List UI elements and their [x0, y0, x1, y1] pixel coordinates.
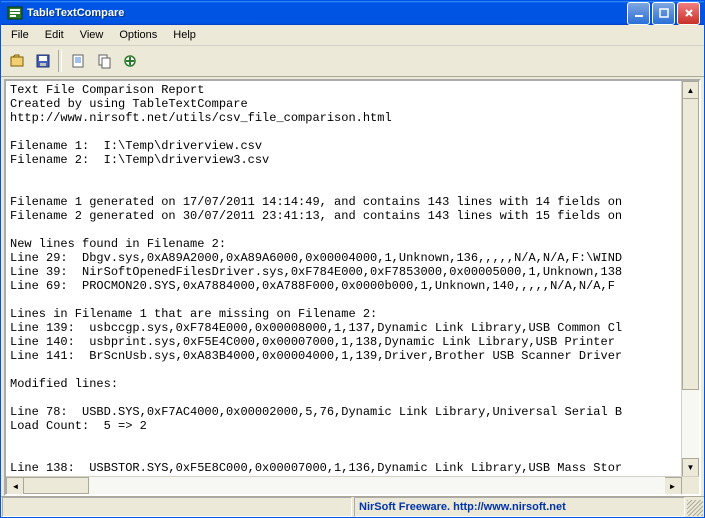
content-area: Text File Comparison Report Created by u… [4, 79, 701, 496]
toolbar-separator [58, 50, 62, 72]
line: Line 139: usbccgp.sys,0xF784E000,0x00008… [10, 321, 622, 335]
close-button[interactable] [677, 2, 700, 25]
settings-button[interactable] [117, 49, 142, 73]
scroll-thumb[interactable] [682, 98, 699, 390]
save-button[interactable] [30, 49, 55, 73]
app-icon [7, 5, 23, 21]
minimize-button[interactable] [627, 2, 650, 25]
menu-file[interactable]: File [3, 27, 37, 43]
menu-help[interactable]: Help [165, 27, 204, 43]
window-title: TableTextCompare [27, 7, 627, 19]
line: Filename 1 generated on 17/07/2011 14:14… [10, 195, 622, 209]
app-window: TableTextCompare File Edit View Options … [0, 0, 705, 518]
line: Created by using TableTextCompare [10, 97, 248, 111]
menu-edit[interactable]: Edit [37, 27, 72, 43]
line: Load Count: 5 => 2 [10, 419, 147, 433]
line: Line 29: Dbgv.sys,0xA89A2000,0xA89A6000,… [10, 251, 622, 265]
resize-grip-icon[interactable] [687, 500, 703, 516]
open-button[interactable] [4, 49, 29, 73]
horizontal-scrollbar[interactable]: ◄ ► [6, 476, 699, 494]
line: Line 138: USBSTOR.SYS,0xF5E8C000,0x00007… [10, 461, 622, 475]
maximize-button[interactable] [652, 2, 675, 25]
scroll-down-icon[interactable]: ▼ [682, 458, 699, 477]
menu-view[interactable]: View [72, 27, 112, 43]
titlebar[interactable]: TableTextCompare [1, 1, 704, 25]
line: New lines found in Filename 2: [10, 237, 226, 251]
window-controls [627, 2, 700, 25]
line: Line 69: PROCMON20.SYS,0xA7884000,0xA788… [10, 279, 615, 293]
scroll-thumb[interactable] [23, 477, 89, 494]
line: Filename 2 generated on 30/07/2011 23:41… [10, 209, 622, 223]
scroll-right-icon[interactable]: ► [663, 477, 682, 496]
vertical-scrollbar[interactable]: ▲ ▼ [681, 81, 699, 477]
line: Filename 1: I:\Temp\driverview.csv [10, 139, 262, 153]
line: Line 141: BrScnUsb.sys,0xA83B4000,0x0000… [10, 349, 622, 363]
line: http://www.nirsoft.net/utils/csv_file_co… [10, 111, 392, 125]
menu-options[interactable]: Options [111, 27, 165, 43]
copy-button[interactable] [91, 49, 116, 73]
line: Text File Comparison Report [10, 83, 204, 97]
scroll-track[interactable] [682, 98, 699, 460]
scroll-corner [682, 477, 699, 494]
status-credit: NirSoft Freeware. http://www.nirsoft.net [354, 497, 685, 517]
line: Line 78: USBD.SYS,0xF7AC4000,0x00002000,… [10, 405, 622, 419]
status-cell-left [2, 497, 352, 517]
statusbar: NirSoft Freeware. http://www.nirsoft.net [1, 496, 704, 517]
line: Line 140: usbprint.sys,0xF5E4C000,0x0000… [10, 335, 622, 349]
line: Lines in Filename 1 that are missing on … [10, 307, 377, 321]
toolbar [1, 46, 704, 77]
line: Line 39: NirSoftOpenedFilesDriver.sys,0x… [10, 265, 622, 279]
report-text[interactable]: Text File Comparison Report Created by u… [6, 81, 699, 494]
line: Modified lines: [10, 377, 118, 391]
line: Filename 2: I:\Temp\driverview3.csv [10, 153, 269, 167]
menubar: File Edit View Options Help [1, 25, 704, 46]
report-button[interactable] [65, 49, 90, 73]
scroll-track[interactable] [23, 477, 665, 494]
